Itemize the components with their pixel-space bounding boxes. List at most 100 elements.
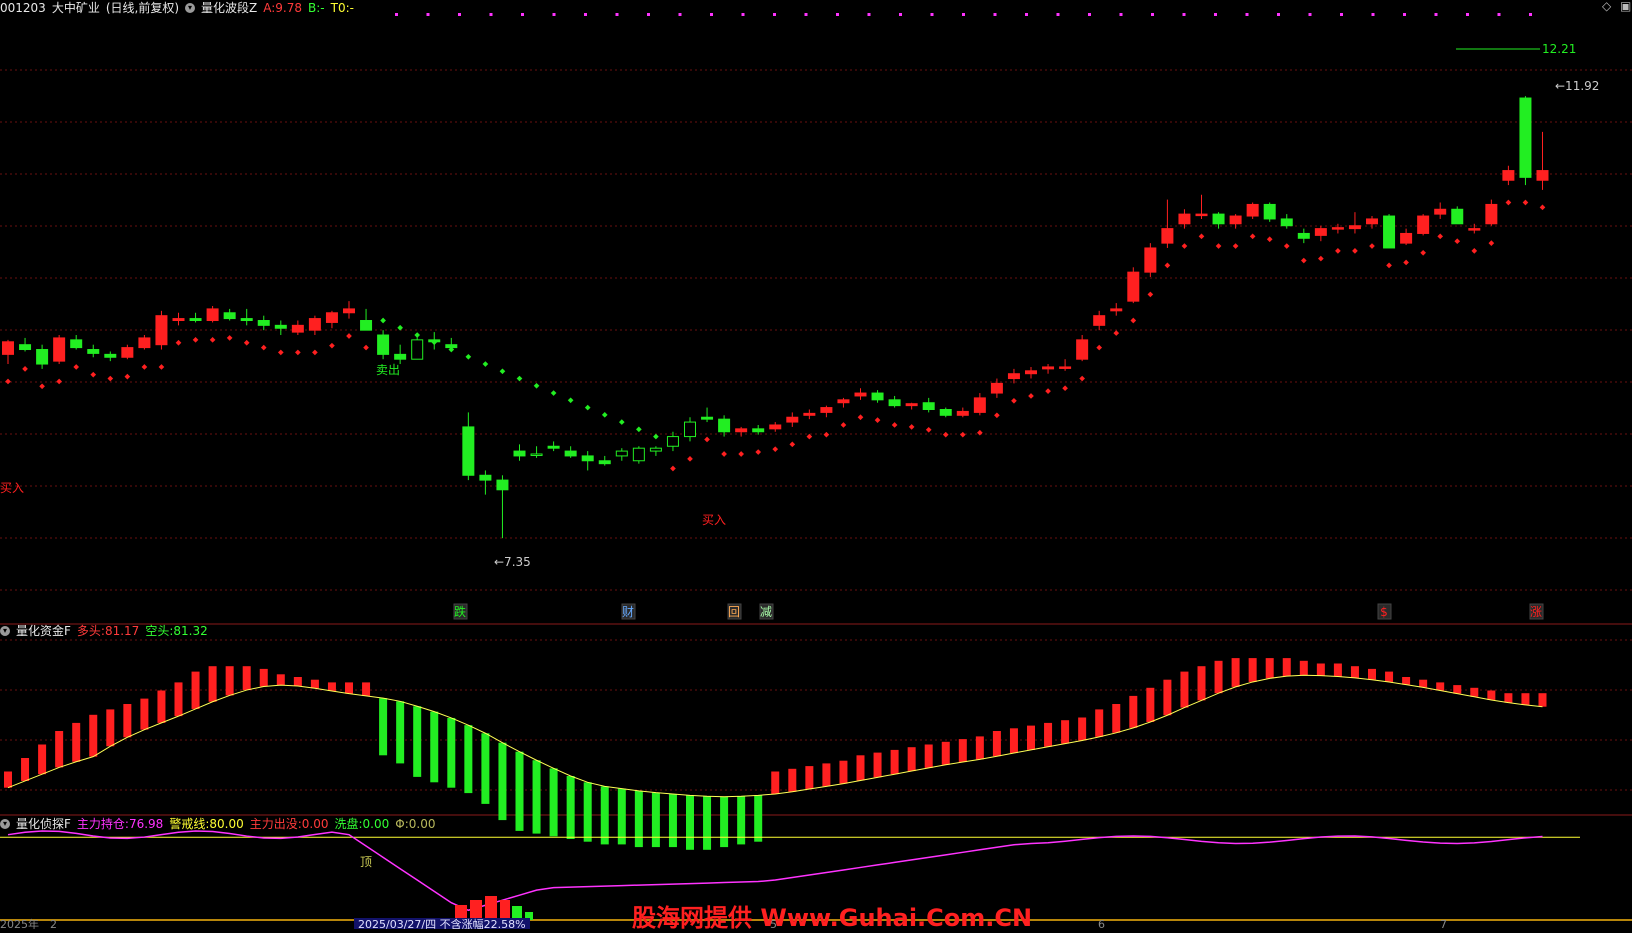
- trend-dot: [567, 397, 574, 404]
- chart-canvas[interactable]: 卖出买入买入12.21←11.92←7.35跌财回减 $ 涨顶2025年 2 2025/…: [0, 0, 1632, 929]
- hold-label: 主力持仓:: [76, 817, 129, 831]
- stock-chart-window[interactable]: 卖出 买入 买入 12.21 ←11.92 ←7.35 跌财回减 $ 涨顶 2025年 2 2025/…: [0, 0, 1632, 932]
- window-toggle-icon[interactable]: ▣: [1620, 0, 1631, 13]
- fund-bar: [191, 671, 200, 709]
- candle-body: [1007, 373, 1020, 380]
- trend-dot: [346, 333, 352, 339]
- fund-bar: [924, 744, 933, 768]
- fund-bar: [242, 666, 251, 691]
- candle-body: [684, 421, 696, 438]
- axis-digit: 2: [50, 918, 57, 929]
- fund-bar: [890, 749, 899, 775]
- fund-bar: [1027, 725, 1035, 750]
- top-marker-dot: [867, 13, 871, 16]
- sell-signal-label: 卖出: [376, 363, 400, 377]
- trend-dot: [789, 441, 796, 448]
- trend-dot: [1181, 243, 1188, 249]
- fund-bar: [515, 751, 524, 831]
- candle-body: [479, 474, 492, 481]
- fund-menu-icon[interactable]: ▾: [0, 625, 10, 636]
- candle-body: [445, 344, 458, 349]
- candle-body: [1502, 170, 1515, 181]
- candle-body: [1025, 370, 1037, 375]
- trend-dot: [243, 339, 250, 346]
- candle-body: [939, 408, 952, 416]
- candle-body: [1451, 208, 1464, 225]
- fund-bar: [1180, 671, 1189, 708]
- trend-dot: [1386, 262, 1392, 269]
- candle-body: [240, 318, 253, 322]
- trend-dot: [1454, 238, 1461, 245]
- candle-body: [206, 308, 219, 322]
- candle-body: [1246, 203, 1259, 217]
- fund-bar: [634, 790, 643, 848]
- top-marker-dot: [773, 13, 776, 16]
- candle-body: [871, 392, 884, 401]
- wash-value: 0.00: [362, 816, 390, 831]
- candle-body: [905, 403, 918, 407]
- extra-value: 0.00: [408, 816, 436, 831]
- fund-bar: [4, 771, 12, 788]
- fund-bar: [771, 771, 780, 794]
- period-label: (日线,前复权): [105, 1, 180, 15]
- trend-dot: [1062, 385, 1068, 392]
- candle-body: [769, 424, 782, 430]
- fund-bar: [38, 744, 47, 775]
- fund-indicator-name[interactable]: 量化资金F: [16, 622, 71, 639]
- chart-labels: 卖出买入买入12.21←11.92←7.35跌财回减 $ 涨顶2025年 2 2025/…: [0, 42, 1599, 929]
- candle-body: [1366, 218, 1378, 225]
- candle-body: [1110, 308, 1123, 312]
- fund-bar: [1282, 658, 1291, 677]
- fund-bar: [1265, 658, 1274, 679]
- trend-dot: [499, 368, 506, 375]
- candle-body: [121, 347, 134, 358]
- candle-body: [615, 450, 628, 457]
- short-label: 空头:: [145, 624, 174, 638]
- top-marker-dot: [1308, 13, 1312, 16]
- candle-body: [718, 418, 731, 433]
- candle-body: [189, 318, 202, 322]
- candle-body: [53, 337, 66, 362]
- fund-bar: [1402, 677, 1411, 685]
- stock-code: 001203: [0, 0, 46, 15]
- fund-bar: [345, 682, 353, 694]
- fund-bar: [1299, 660, 1308, 676]
- detective-menu-icon[interactable]: ▾: [0, 818, 10, 829]
- fund-bar: [481, 733, 490, 804]
- candle-body: [1178, 213, 1191, 225]
- trend-dot: [141, 364, 148, 370]
- trend-dot: [823, 431, 830, 438]
- candle-body: [1297, 232, 1310, 239]
- trend-dot: [601, 411, 608, 418]
- candle-body: [462, 426, 475, 476]
- candle-body: [360, 320, 373, 331]
- fund-bar: [1163, 679, 1172, 716]
- trend-dot: [1335, 248, 1341, 254]
- top-marker-dot: [615, 13, 619, 16]
- candle-body: [1229, 215, 1242, 225]
- trend-dot: [584, 404, 591, 411]
- candle-body: [649, 447, 662, 452]
- trend-dot: [618, 419, 625, 425]
- fund-bar: [89, 714, 98, 757]
- trend-dot: [1266, 236, 1273, 243]
- indicator-menu-icon[interactable]: ▾: [185, 2, 196, 13]
- long-value: 81.17: [104, 623, 140, 638]
- date-box-label: 2025/03/27/四 不含涨幅22.58%: [358, 917, 526, 929]
- trend-dot: [329, 342, 335, 349]
- indicator-name[interactable]: 量化波段Z: [201, 0, 257, 16]
- trend-dot: [874, 417, 881, 423]
- fund-bar: [72, 722, 81, 762]
- trend-dot: [1283, 243, 1290, 249]
- candle-body: [1280, 218, 1293, 227]
- trend-dot: [1539, 204, 1546, 211]
- trend-dot: [295, 349, 301, 356]
- diamond-icon[interactable]: ◇: [1602, 0, 1611, 13]
- trend-dot: [772, 446, 779, 452]
- detective-indicator-name[interactable]: 量化侦探F: [16, 815, 71, 832]
- trend-dot: [56, 378, 62, 385]
- fund-bar: [1009, 728, 1018, 754]
- top-marker-dot: [836, 13, 839, 16]
- top-marker-dot: [993, 13, 997, 16]
- fund-bar: [1504, 693, 1513, 703]
